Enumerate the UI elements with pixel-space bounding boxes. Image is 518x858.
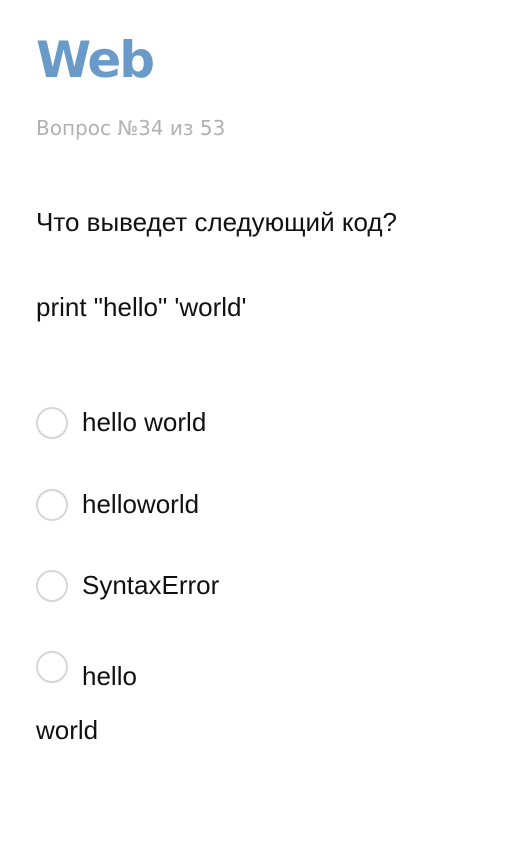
site-logo-title: Web: [36, 31, 155, 89]
radio-button[interactable]: [36, 570, 68, 602]
answer-option-label: hello world: [82, 407, 207, 437]
question-text: Что выведет следующий код?: [36, 207, 398, 237]
answer-option-label: SyntaxError: [82, 570, 220, 600]
answer-option-label: hello world: [36, 661, 137, 745]
radio-button[interactable]: [36, 407, 68, 439]
code-snippet: print "hello" 'world': [36, 292, 247, 322]
radio-button[interactable]: [36, 489, 68, 521]
question-counter: Вопрос №34 из 53: [36, 116, 226, 140]
answer-option-label: helloworld: [82, 489, 200, 519]
